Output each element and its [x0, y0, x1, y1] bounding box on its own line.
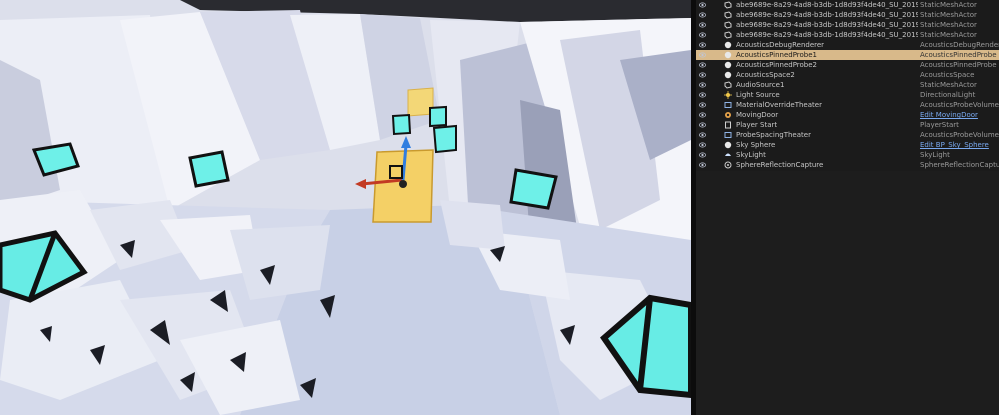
sphere-icon [724, 61, 732, 69]
outliner-row[interactable]: AcousticsPinnedProbe1 AcousticsPinnedProb… [696, 50, 999, 60]
visibility-eye-icon[interactable] [699, 152, 706, 158]
sphere-icon [724, 141, 732, 149]
outliner-row-label: SphereReflectionCapture [736, 161, 824, 169]
outliner-row-type: StaticMeshActor [920, 31, 977, 39]
volume-icon [724, 132, 732, 138]
outliner-row-label: AcousticsSpace2 [736, 71, 795, 79]
outliner-row[interactable]: abe9689e-8a29-4ad8-b3db-1d8d93f4de40_SU_… [696, 30, 999, 40]
viewport-scene[interactable] [0, 0, 691, 415]
outliner-empty-area[interactable] [696, 171, 999, 415]
outliner-row-label: Sky Sphere [736, 141, 776, 149]
outliner-row-label: AcousticsDebugRenderer [736, 41, 825, 49]
outliner-row[interactable]: AcousticsDebugRenderer AcousticsDebugRend… [696, 40, 999, 50]
outliner-row-label: abe9689e-8a29-4ad8-b3db-1d8d93f4de40_SU_… [736, 31, 918, 39]
visibility-eye-icon[interactable] [699, 112, 706, 118]
outliner-row-label: AudioSource1 [736, 81, 785, 89]
mesh-icon [724, 21, 732, 29]
visibility-eye-icon[interactable] [699, 82, 706, 88]
visibility-eye-icon[interactable] [699, 12, 706, 18]
outliner-row-label: MovingDoor [736, 111, 779, 119]
outliner-row-label: Light Source [736, 91, 780, 99]
outliner-list: abe9689e-8a29-4ad8-b3db-1d8d93f4de40_SU_… [696, 0, 999, 170]
outliner-row-type: AcousticsPinnedProbe [920, 61, 997, 69]
visibility-eye-icon[interactable] [699, 92, 706, 98]
outliner-row-type: StaticMeshActor [920, 1, 977, 9]
reflection-capture-icon [724, 161, 732, 169]
outliner-row-type: AcousticsSpace [920, 71, 975, 79]
visibility-eye-icon[interactable] [699, 122, 706, 128]
outliner-row-label: abe9689e-8a29-4ad8-b3db-1d8d93f4de40_SU_… [736, 21, 918, 29]
outliner-row[interactable]: abe9689e-8a29-4ad8-b3db-1d8d93f4de40_SU_… [696, 0, 999, 10]
outliner-row-label: abe9689e-8a29-4ad8-b3db-1d8d93f4de40_SU_… [736, 1, 918, 9]
sphere-icon [724, 41, 732, 49]
visibility-eye-icon[interactable] [699, 102, 706, 108]
skylight-icon [725, 153, 731, 156]
outliner-row[interactable]: AcousticsSpace2 AcousticsSpace [696, 70, 999, 80]
outliner-row-label: AcousticsPinnedProbe2 [736, 61, 818, 69]
outliner-row[interactable]: Sky Sphere Edit BP_Sky_Sphere [696, 140, 999, 150]
outliner-row-label: SkyLight [736, 151, 766, 159]
outliner-row-type: PlayerStart [920, 121, 959, 129]
outliner-row-type: AcousticsPinnedProbe [920, 51, 997, 59]
outliner-row-type: SphereReflectionCapture [920, 161, 999, 169]
outliner-row-type: StaticMeshActor [920, 11, 977, 19]
outliner-row-label: abe9689e-8a29-4ad8-b3db-1d8d93f4de40_SU_… [736, 11, 918, 19]
sphere-icon [724, 51, 732, 59]
outliner-row[interactable]: SkyLight SkyLight [696, 150, 999, 160]
edit-blueprint-link[interactable]: Edit MovingDoor [920, 110, 999, 120]
visibility-eye-icon[interactable] [699, 132, 706, 138]
outliner-row-type: AcousticsDebugRenderer [920, 41, 999, 49]
mesh-icon [724, 1, 732, 9]
edit-blueprint-link[interactable]: Edit BP_Sky_Sphere [920, 140, 999, 150]
outliner-row-label: Player Start [736, 121, 778, 129]
outliner-row-type: AcousticsProbeVolume [920, 131, 999, 139]
player-start-icon [725, 121, 731, 129]
mesh-icon [724, 11, 732, 19]
outliner-row[interactable]: AudioSource1 StaticMeshActor [696, 80, 999, 90]
visibility-eye-icon[interactable] [699, 52, 706, 58]
outliner-row-label: ProbeSpacingTheater [736, 131, 811, 139]
volume-icon [724, 102, 732, 108]
outliner-row[interactable]: MovingDoor Edit MovingDoor [696, 110, 999, 120]
outliner-row-type: DirectionalLight [920, 91, 976, 99]
visibility-eye-icon[interactable] [699, 2, 706, 8]
light-icon [724, 91, 732, 99]
outliner-row[interactable]: abe9689e-8a29-4ad8-b3db-1d8d93f4de40_SU_… [696, 20, 999, 30]
outliner-row-label: MaterialOverrideTheater [736, 101, 822, 109]
sphere-icon [724, 71, 732, 79]
visibility-eye-icon[interactable] [699, 22, 706, 28]
mesh-icon [724, 81, 732, 89]
outliner-row[interactable]: abe9689e-8a29-4ad8-b3db-1d8d93f4de40_SU_… [696, 10, 999, 20]
visibility-eye-icon[interactable] [699, 142, 706, 148]
visibility-eye-icon[interactable] [699, 162, 706, 168]
outliner-row[interactable]: SphereReflectionCapture SphereReflectionC… [696, 160, 999, 170]
outliner-row-type: StaticMeshActor [920, 81, 977, 89]
outliner-row[interactable]: ProbeSpacingTheater AcousticsProbeVolume [696, 130, 999, 140]
outliner-row[interactable]: AcousticsPinnedProbe2 AcousticsPinnedProb… [696, 60, 999, 70]
outliner-row-type: StaticMeshActor [920, 21, 977, 29]
outliner-row-type: SkyLight [920, 151, 950, 159]
blueprint-icon [725, 112, 731, 118]
world-outliner: abe9689e-8a29-4ad8-b3db-1d8d93f4de40_SU_… [696, 0, 999, 415]
level-viewport[interactable] [0, 0, 691, 415]
visibility-eye-icon[interactable] [699, 42, 706, 48]
outliner-row-type: AcousticsProbeVolume [920, 101, 999, 109]
visibility-eye-icon[interactable] [699, 72, 706, 78]
outliner-row-label: AcousticsPinnedProbe1 [736, 51, 818, 59]
visibility-eye-icon[interactable] [699, 32, 706, 38]
outliner-row[interactable]: MaterialOverrideTheater AcousticsProbeVol… [696, 100, 999, 110]
mesh-icon [724, 31, 732, 39]
outliner-row[interactable]: Player Start PlayerStart [696, 120, 999, 130]
outliner-row[interactable]: Light Source DirectionalLight [696, 90, 999, 100]
visibility-eye-icon[interactable] [699, 62, 706, 68]
